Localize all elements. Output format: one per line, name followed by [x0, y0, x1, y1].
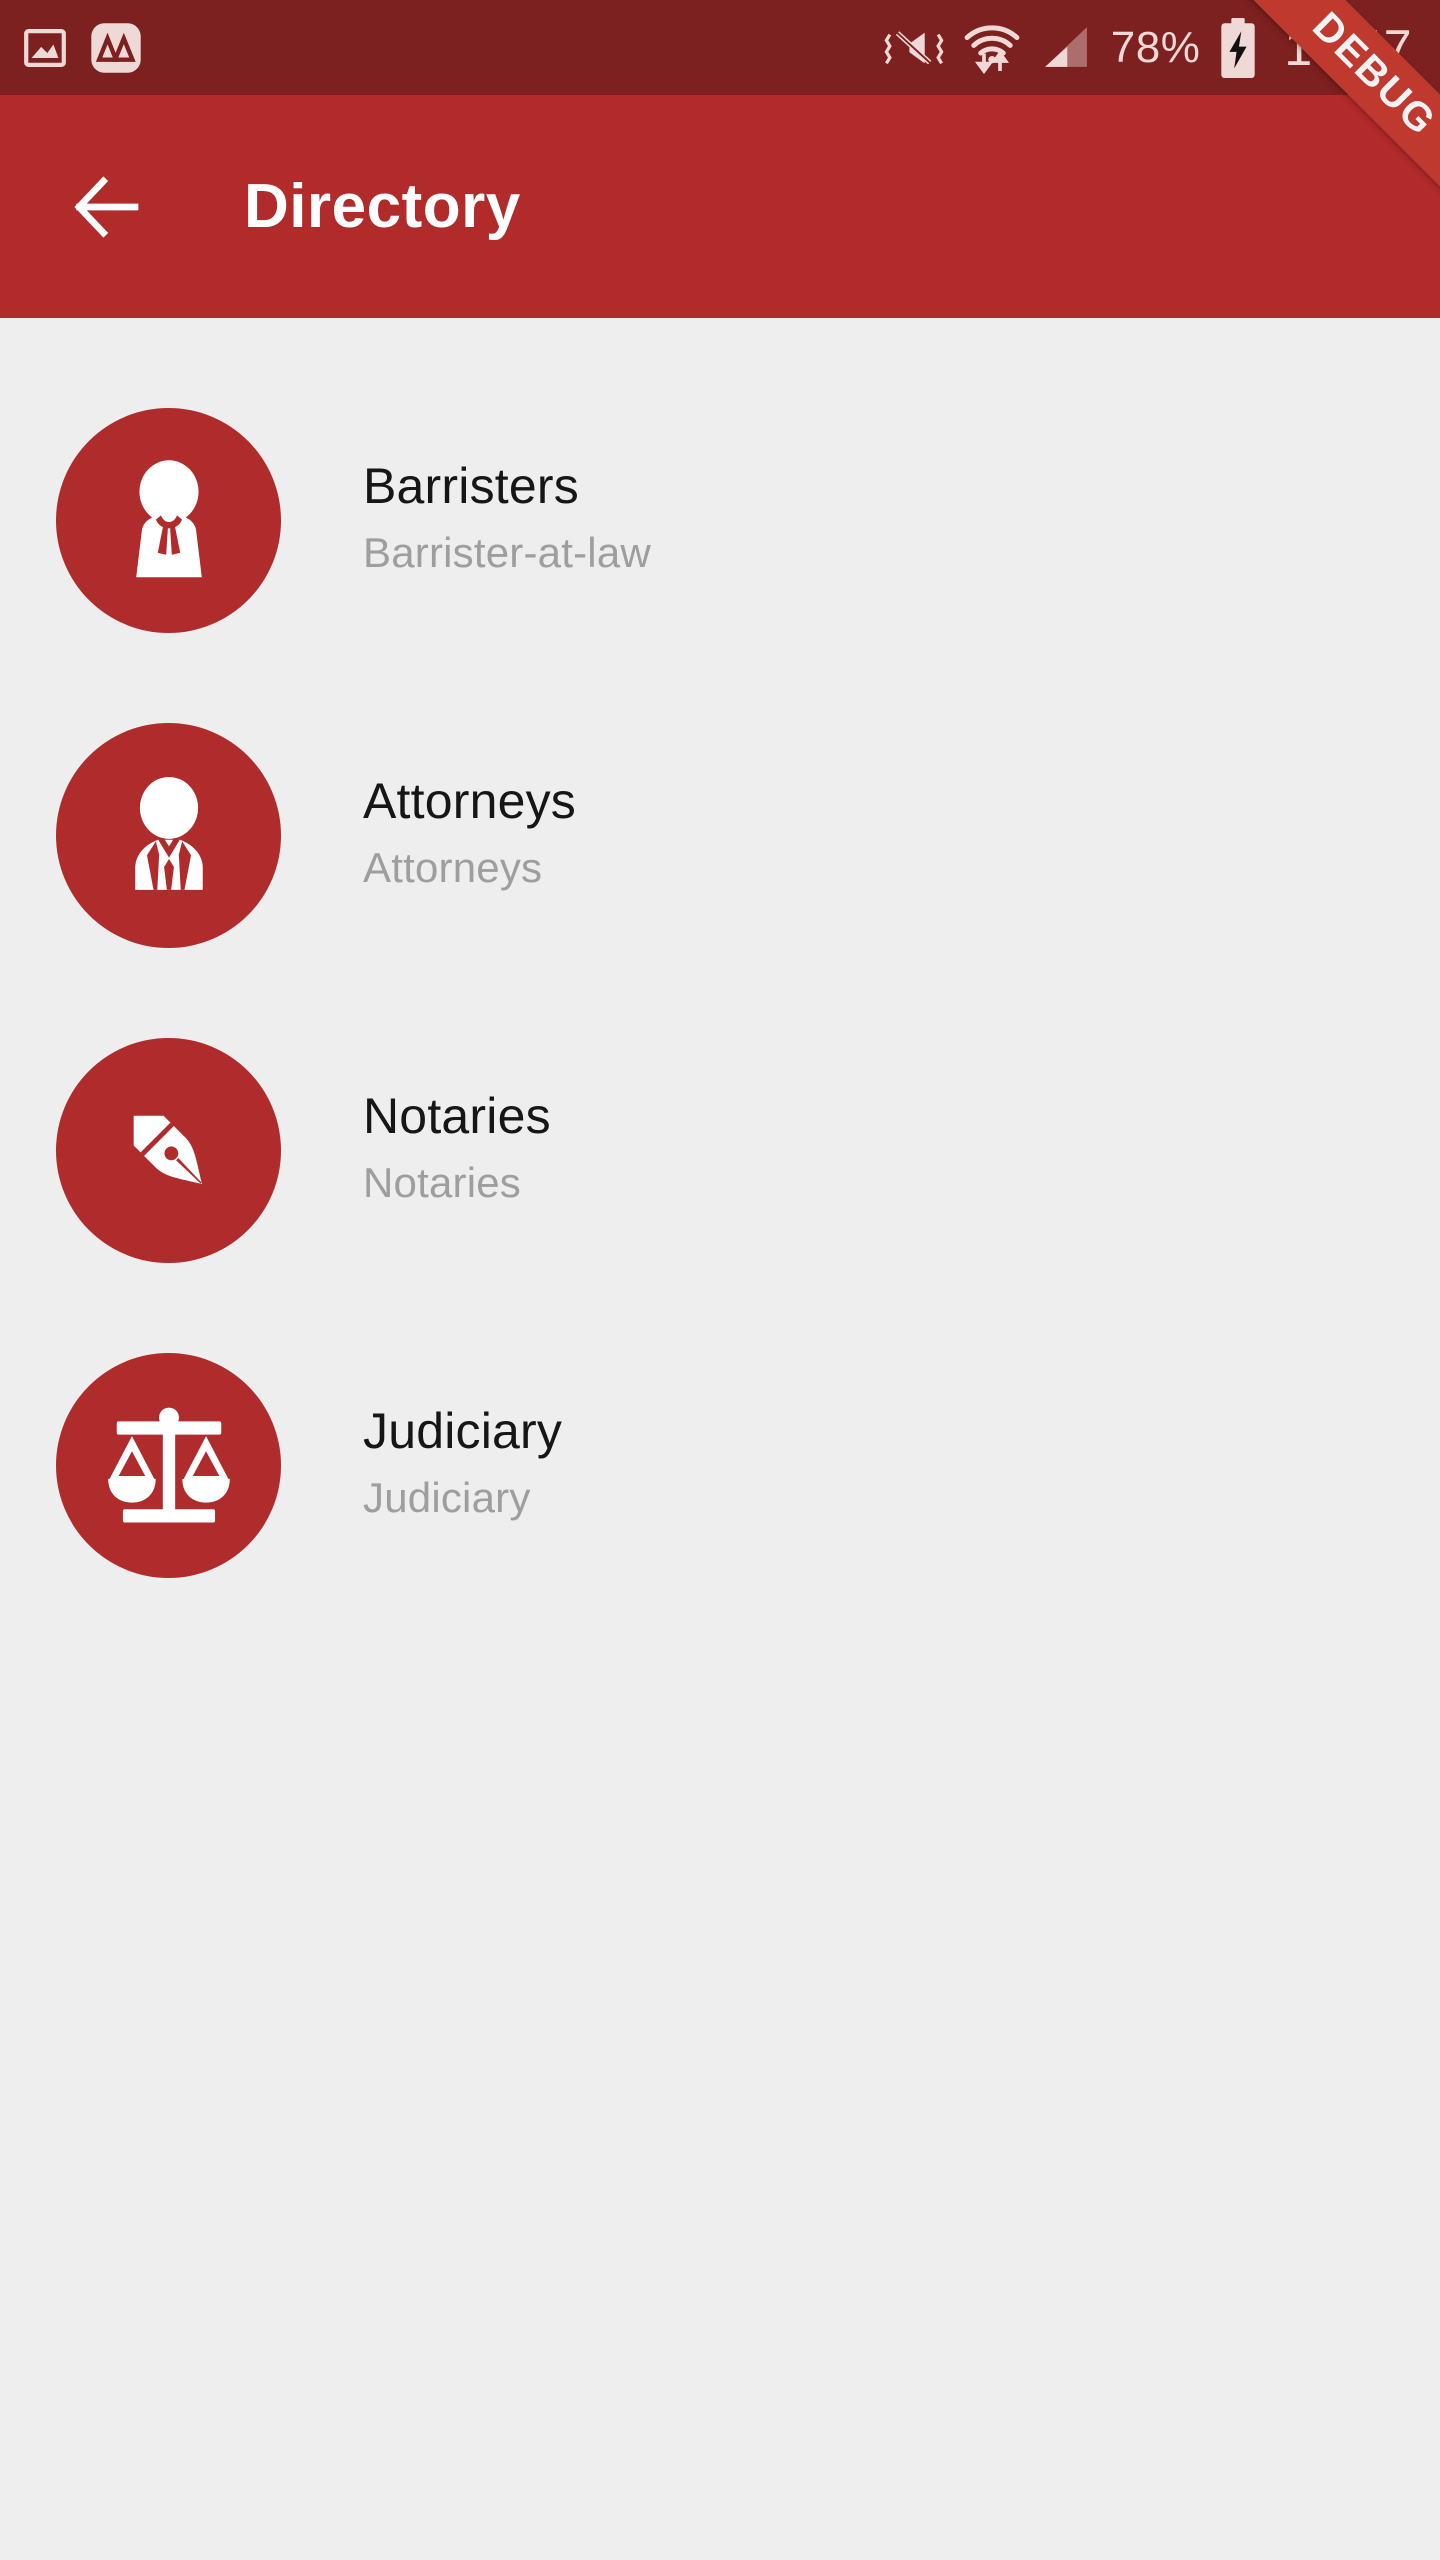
list-item-texts: Barristers Barrister-at-law — [363, 458, 651, 582]
avatar — [56, 408, 281, 633]
battery-percent-label: 78% — [1110, 22, 1201, 72]
list-item-attorneys[interactable]: Attorneys Attorneys — [0, 723, 1440, 948]
avatar — [56, 1353, 281, 1578]
list-item-judiciary[interactable]: Judiciary Judiciary — [0, 1353, 1440, 1578]
list-item-subtitle: Notaries — [363, 1158, 521, 1206]
list-item-texts: Judiciary Judiciary — [363, 1403, 562, 1527]
avatar — [56, 1038, 281, 1263]
barrister-avatar-icon — [94, 446, 244, 596]
clock-label: 13:47 — [1284, 19, 1412, 76]
list-item-barristers[interactable]: Barristers Barrister-at-law — [0, 408, 1440, 633]
list-item-title: Attorneys — [363, 773, 577, 830]
scales-of-justice-icon — [93, 1390, 245, 1542]
list-item-subtitle: Barrister-at-law — [363, 528, 651, 576]
status-bar: 78% 13:47 — [0, 0, 1440, 95]
back-button[interactable] — [64, 164, 150, 250]
fountain-pen-nib-icon — [98, 1080, 240, 1222]
list-item-notaries[interactable]: Notaries Notaries — [0, 1038, 1440, 1263]
list-item-texts: Attorneys Attorneys — [363, 773, 576, 897]
list-item-subtitle: Judiciary — [363, 1473, 531, 1521]
list-item-title: Judiciary — [363, 1403, 563, 1460]
status-bar-notifications — [22, 22, 142, 74]
vibrate-mute-icon — [883, 25, 945, 71]
wifi-data-transfer-icon — [963, 22, 1021, 74]
avatar — [56, 723, 281, 948]
list-item-subtitle: Attorneys — [363, 843, 543, 891]
cellular-signal-icon — [1039, 25, 1093, 71]
list-item-title: Notaries — [363, 1088, 551, 1145]
screenshot-image-icon — [22, 25, 68, 71]
status-bar-system-icons: 78% 13:47 — [883, 17, 1418, 79]
list-item-texts: Notaries Notaries — [363, 1088, 551, 1212]
app-bar: Directory — [0, 95, 1440, 318]
page-title: Directory — [244, 172, 521, 241]
battery-charging-icon — [1218, 17, 1258, 79]
arrow-back-icon — [65, 165, 149, 249]
directory-list: Barristers Barrister-at-law Attorneys At… — [0, 318, 1440, 1578]
attorney-avatar-icon — [94, 761, 244, 911]
list-item-title: Barristers — [363, 458, 579, 515]
app-badge-mountain-icon — [90, 22, 142, 74]
